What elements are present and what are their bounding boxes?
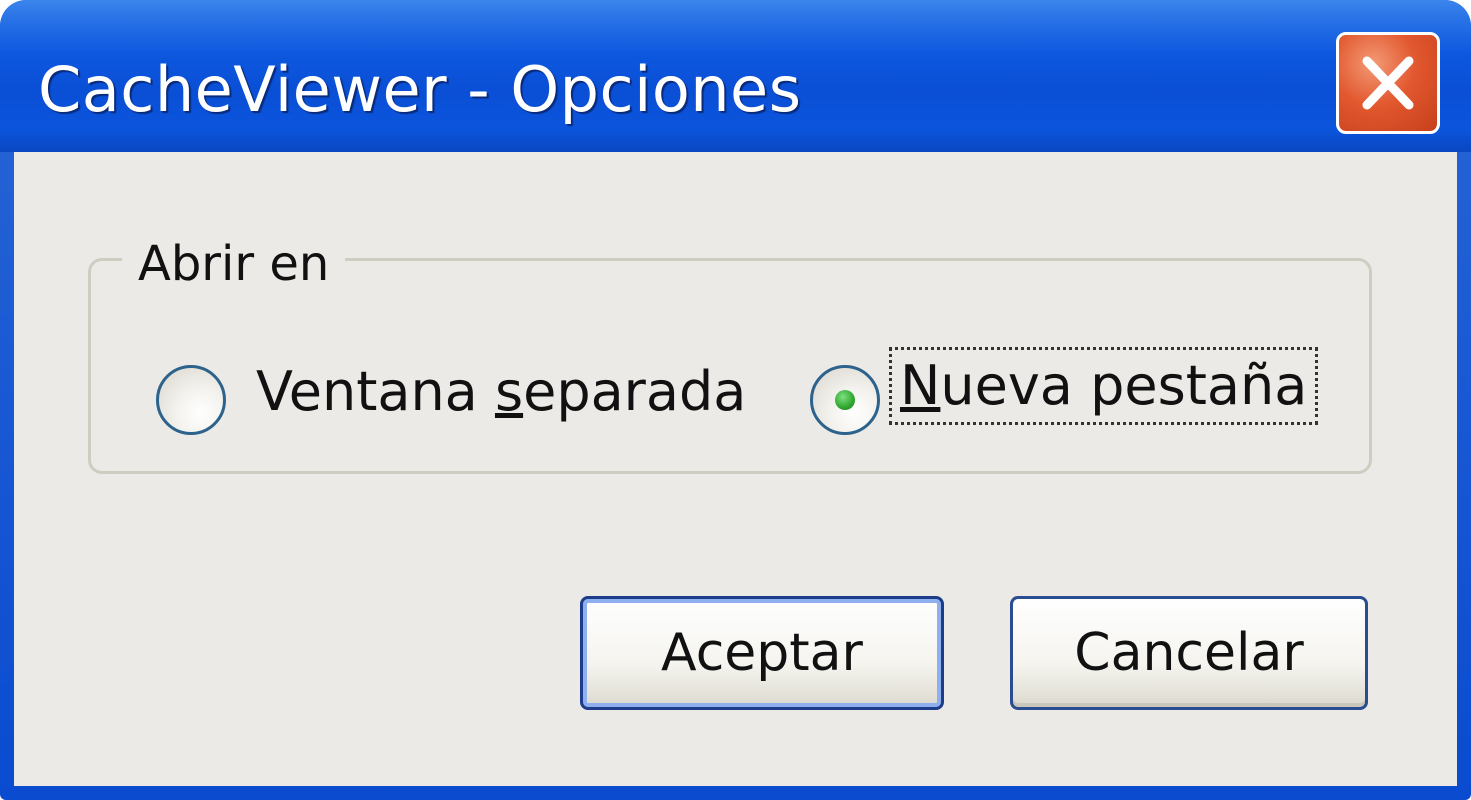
- close-button[interactable]: [1336, 32, 1440, 134]
- accesskey-letter: N: [900, 354, 941, 417]
- label-part: eparada: [523, 360, 747, 423]
- cancel-button[interactable]: Cancelar: [1010, 596, 1368, 710]
- dialog-body: Abrir en Ventana separada Nueva pestaña …: [14, 152, 1457, 786]
- radio-separate-window[interactable]: [156, 365, 226, 435]
- group-legend: Abrir en: [122, 236, 346, 292]
- accesskey-letter: s: [494, 360, 524, 423]
- accept-button[interactable]: Aceptar: [580, 596, 944, 710]
- label-part: ueva pestaña: [940, 354, 1308, 417]
- radio-label-new-tab[interactable]: Nueva pestaña: [888, 347, 1319, 425]
- radio-new-tab[interactable]: [810, 365, 880, 435]
- close-icon: [1362, 56, 1414, 110]
- title-bar[interactable]: CacheViewer - Opciones: [0, 0, 1471, 152]
- label-part: Ventana: [256, 360, 495, 423]
- radio-selected-dot: [835, 390, 855, 410]
- radio-label-separate-window[interactable]: Ventana separada: [256, 360, 746, 424]
- window-title: CacheViewer - Opciones: [38, 53, 802, 126]
- dialog-window: CacheViewer - Opciones Abrir en Ventana …: [0, 0, 1471, 800]
